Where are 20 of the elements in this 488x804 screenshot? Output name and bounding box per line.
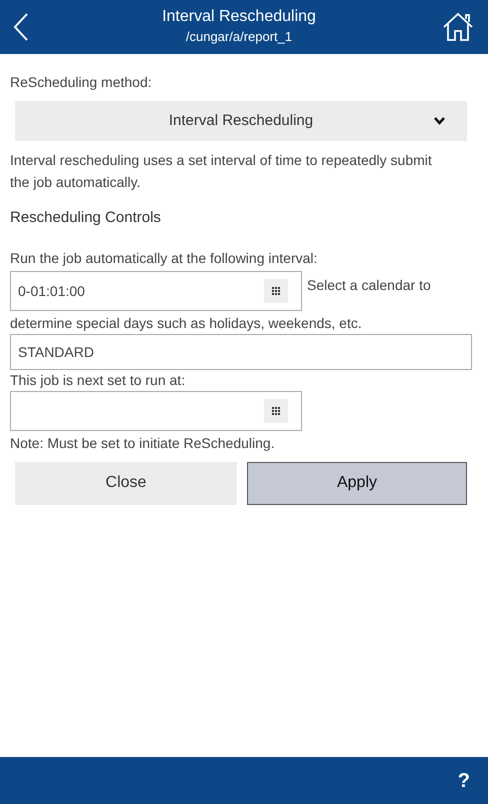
- close-button[interactable]: Close: [15, 462, 237, 504]
- method-description: Interval rescheduling uses a set interval of time to repeatedly submit the job automatically.: [10, 151, 433, 192]
- method-label: ReScheduling method:: [10, 73, 153, 92]
- apply-button[interactable]: Apply: [247, 462, 467, 504]
- interval-label: Run the job automatically at the following interval:: [10, 248, 318, 268]
- grid-icon[interactable]: [264, 398, 288, 422]
- header-subtitle: /cungar/a/report_1: [186, 28, 292, 46]
- interval-field[interactable]: 0-01:01:00: [10, 270, 302, 310]
- grid-icon[interactable]: [264, 278, 288, 302]
- note-text: Note: Must be set to initiate ReScheduling.: [10, 434, 276, 453]
- calendar-label: Select a calendar to: [307, 276, 431, 294]
- help-button[interactable]: ?: [458, 766, 470, 796]
- method-dropdown[interactable]: Interval Rescheduling: [15, 101, 467, 141]
- calendar-field[interactable]: STANDARD: [10, 334, 472, 370]
- next-run-field[interactable]: [10, 390, 302, 430]
- next-run-label: This job is next set to run at:: [10, 370, 186, 390]
- chevron-down-icon: [434, 117, 445, 125]
- section-heading: Rescheduling Controls: [10, 208, 162, 228]
- header-title: Interval Rescheduling: [162, 7, 316, 27]
- calendar-label: determine special days such as holidays, weekends, etc.: [10, 314, 363, 333]
